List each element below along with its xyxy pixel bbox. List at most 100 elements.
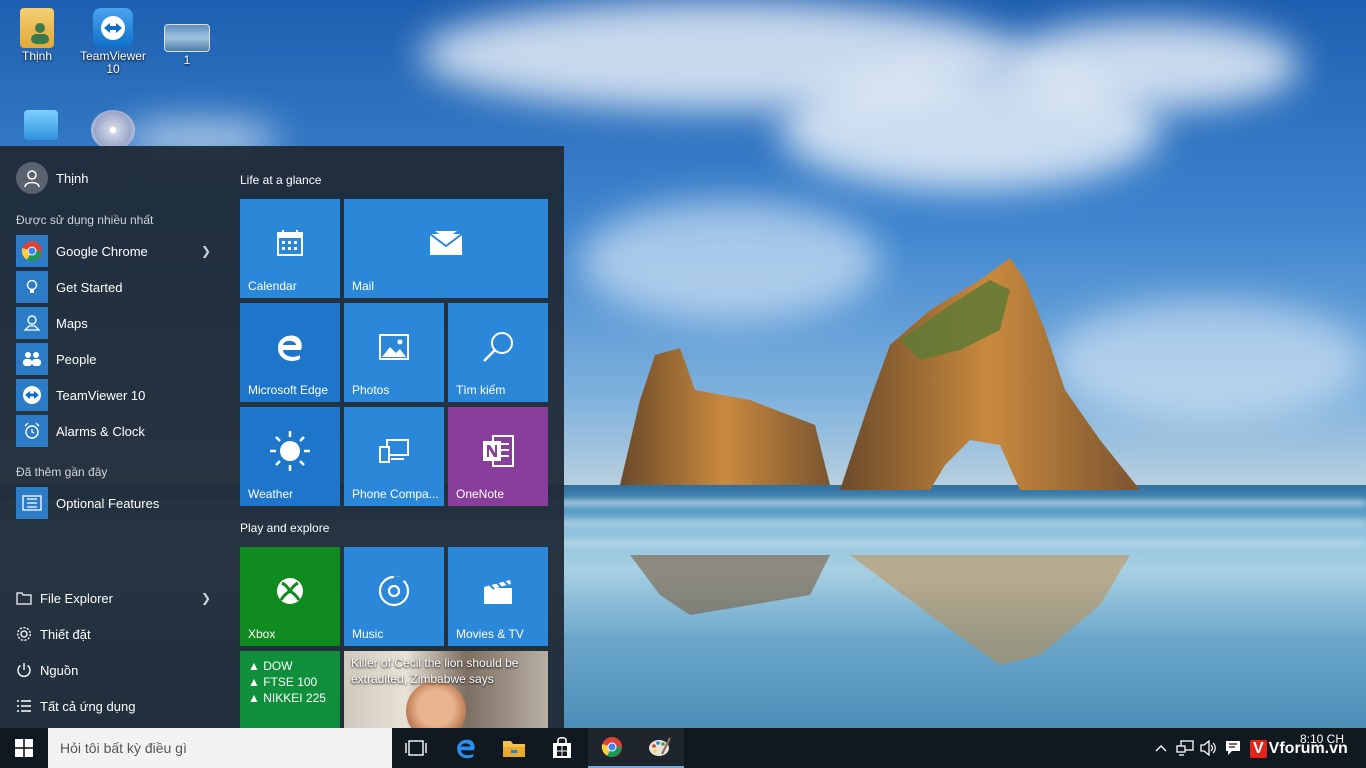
chevron-right-icon[interactable]: ❯	[201, 591, 211, 605]
file-explorer-item[interactable]: File Explorer ❯	[16, 584, 221, 612]
network-icon	[1176, 740, 1194, 756]
tile-microsoft-edge[interactable]: Microsoft Edge	[240, 303, 340, 402]
app-alarms-clock[interactable]: Alarms & Clock	[16, 415, 221, 447]
tile-label: Photos	[352, 383, 390, 397]
taskbar-file-explorer[interactable]	[490, 728, 538, 768]
start-button[interactable]	[0, 728, 48, 768]
people-icon	[16, 343, 48, 375]
power-item[interactable]: Nguồn	[16, 656, 221, 684]
tile-phone-companion[interactable]: Phone Compa...	[344, 407, 444, 506]
calendar-icon	[277, 229, 303, 256]
tile-label: Movies & TV	[456, 627, 524, 641]
tile-photos[interactable]: Photos	[344, 303, 444, 402]
paint-icon	[649, 737, 671, 756]
app-label: Get Started	[56, 279, 123, 295]
desktop-icon-this-pc[interactable]	[4, 110, 78, 140]
tile-label: Microsoft Edge	[248, 383, 329, 397]
tile-news[interactable]: Killer of Cecil the lion should be extra…	[344, 651, 548, 728]
desktop-icon-user-folder[interactable]: Thịnh	[0, 8, 74, 63]
optional-features-icon	[16, 487, 48, 519]
settings-item[interactable]: Thiết đặt	[16, 620, 221, 648]
file-explorer-icon	[16, 590, 32, 606]
taskbar-paint[interactable]	[636, 728, 684, 768]
disc-icon	[91, 110, 135, 150]
desktop-icon-teamviewer[interactable]: TeamViewer 10	[76, 8, 150, 76]
tile-weather[interactable]: Weather	[240, 407, 340, 506]
app-label: Alarms & Clock	[56, 423, 145, 439]
money-index: ▲ NIKKEI 225	[248, 691, 326, 705]
desktop-icon-disc[interactable]	[76, 110, 150, 150]
all-apps-list-icon	[16, 698, 32, 714]
alarm-clock-icon	[16, 415, 48, 447]
watermark-text: Vforum.vn	[1268, 740, 1348, 757]
file-explorer-icon	[503, 741, 525, 757]
tile-money[interactable]: ▲ DOW ▲ FTSE 100 ▲ NIKKEI 225	[240, 651, 340, 728]
taskbar-edge[interactable]	[442, 728, 490, 768]
start-menu: Thịnh Được sử dụng nhiều nhất Google Chr…	[0, 146, 564, 728]
tile-search[interactable]: Tìm kiếm	[448, 303, 548, 402]
user-avatar-icon	[16, 162, 48, 194]
tray-action-center[interactable]	[1222, 728, 1244, 768]
onenote-icon	[483, 434, 514, 467]
edge-icon	[457, 739, 475, 759]
power-label: Nguồn	[40, 662, 79, 678]
app-label: TeamViewer 10	[56, 387, 146, 403]
chrome-icon	[601, 737, 622, 757]
desktop-icon-image-file[interactable]: 1	[150, 8, 224, 67]
app-label: Google Chrome	[56, 243, 148, 259]
chevron-up-icon	[1155, 745, 1167, 752]
image-file-icon	[164, 24, 210, 52]
desktop-icon-label: Thịnh	[21, 49, 53, 63]
app-people[interactable]: People	[16, 343, 221, 375]
task-view-button[interactable]	[392, 728, 440, 768]
cortana-search-box[interactable]: Hỏi tôi bất kỳ điều gì	[48, 728, 392, 768]
tile-label: OneNote	[456, 487, 505, 501]
tile-label: Music	[352, 627, 384, 641]
news-headline: Killer of Cecil the lion should be extra…	[351, 656, 519, 686]
all-apps-item[interactable]: Tất cả ứng dụng	[16, 692, 221, 720]
app-optional-features[interactable]: Optional Features	[16, 487, 221, 519]
app-google-chrome[interactable]: Google Chrome ❯	[16, 235, 221, 267]
teamviewer-icon	[16, 379, 48, 411]
app-get-started[interactable]: Get Started	[16, 271, 221, 303]
power-icon	[16, 662, 32, 678]
app-maps[interactable]: Maps	[16, 307, 221, 339]
taskbar-chrome[interactable]	[588, 728, 636, 768]
user-name: Thịnh	[56, 170, 89, 186]
taskbar-store[interactable]	[538, 728, 586, 768]
settings-gear-icon	[16, 626, 32, 642]
tile-label: Mail	[352, 279, 375, 293]
all-apps-label: Tất cả ứng dụng	[40, 698, 136, 714]
tile-xbox[interactable]: Xbox	[240, 547, 340, 646]
task-view-icon	[405, 740, 427, 756]
tile-label: Xbox	[248, 627, 276, 641]
group-title-life: Life at a glance	[240, 173, 322, 187]
app-teamviewer[interactable]: TeamViewer 10	[16, 379, 221, 411]
tile-music[interactable]: Music	[344, 547, 444, 646]
tile-mail[interactable]: Mail	[344, 199, 548, 298]
chevron-right-icon[interactable]: ❯	[201, 244, 211, 258]
tile-movies-tv[interactable]: Movies & TV	[448, 547, 548, 646]
tray-volume[interactable]	[1198, 728, 1220, 768]
app-label: Optional Features	[56, 495, 160, 511]
tile-label: Tìm kiếm	[456, 383, 506, 397]
app-label: Maps	[56, 315, 88, 331]
tile-onenote[interactable]: OneNote	[448, 407, 548, 506]
tray-show-hidden[interactable]	[1150, 728, 1172, 768]
xbox-icon	[277, 577, 303, 604]
action-center-icon	[1226, 741, 1240, 755]
rock-arch-image	[620, 258, 1140, 490]
maps-icon	[16, 307, 48, 339]
tile-calendar[interactable]: Calendar	[240, 199, 340, 298]
tile-label: Phone Compa...	[352, 487, 439, 501]
recent-heading: Đã thêm gần đây	[16, 465, 108, 479]
mail-envelope-icon	[429, 230, 463, 255]
search-icon	[483, 331, 513, 362]
windows-logo-icon	[15, 739, 33, 757]
cloud	[1000, 20, 1300, 110]
edge-icon	[278, 335, 302, 361]
chrome-icon	[16, 235, 48, 267]
tile-label: Calendar	[248, 279, 297, 293]
user-account[interactable]: Thịnh	[16, 162, 216, 194]
tray-network[interactable]	[1174, 728, 1196, 768]
